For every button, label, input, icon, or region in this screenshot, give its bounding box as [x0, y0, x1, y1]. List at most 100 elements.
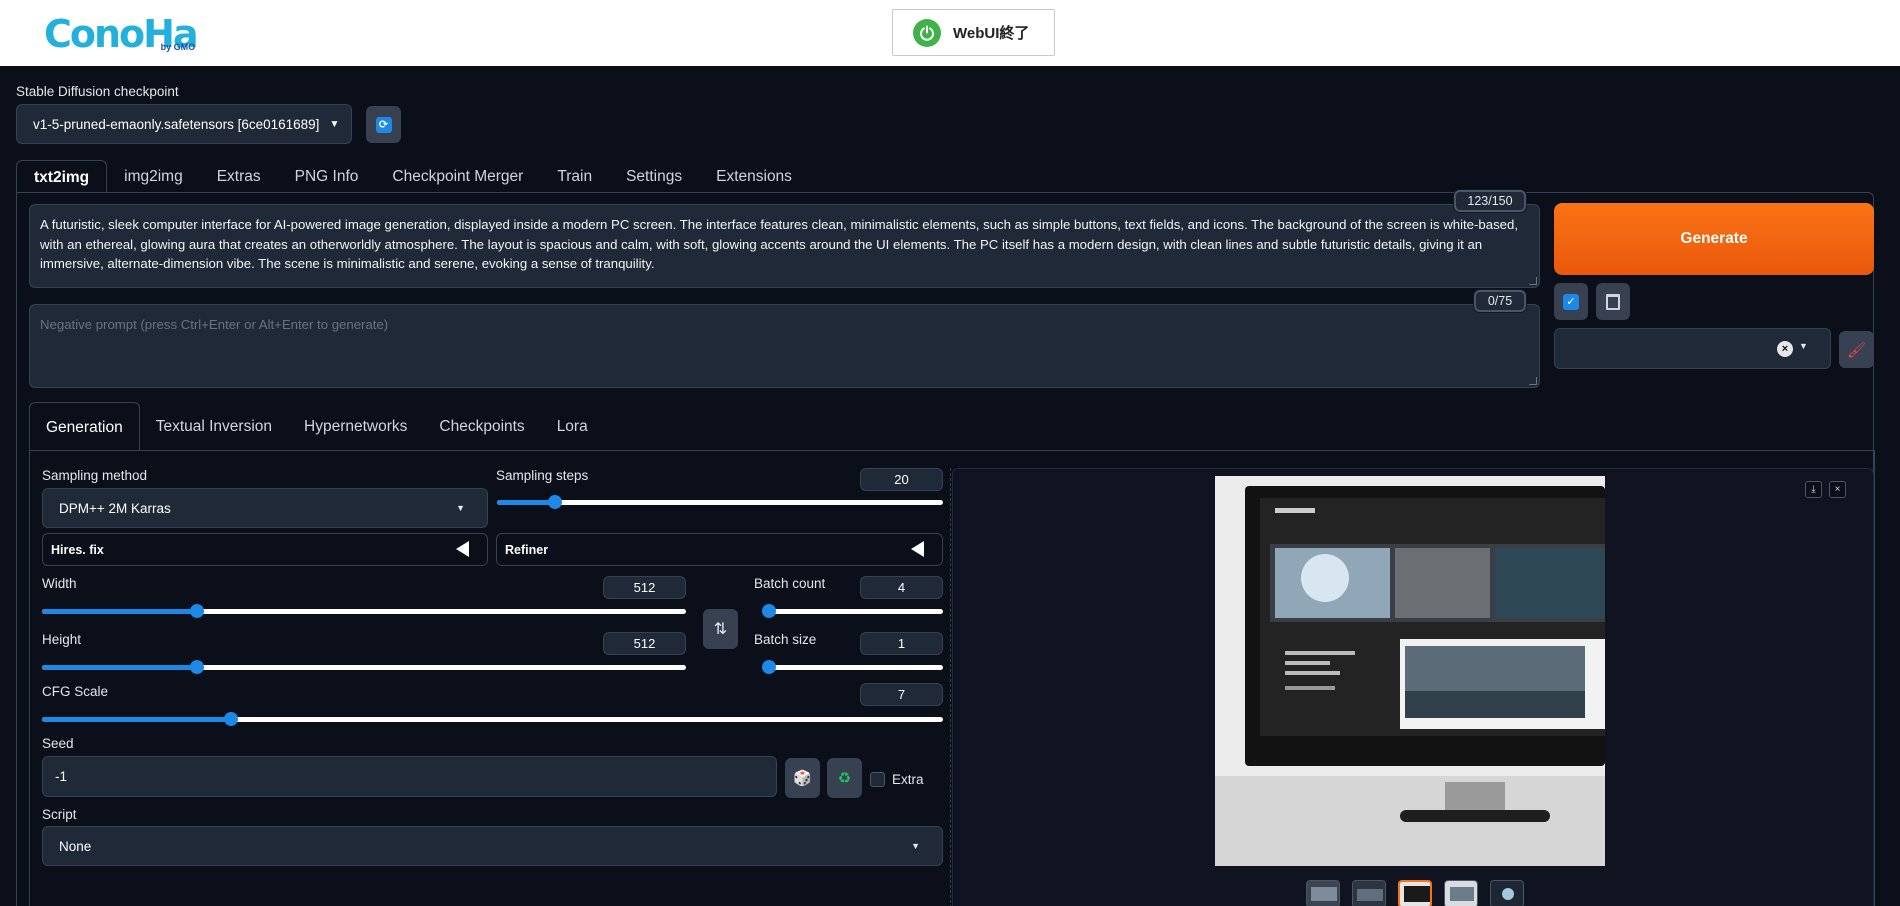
- sampling-method-value: DPM++ 2M Karras: [59, 500, 171, 516]
- paintbrush-icon: 🖌: [1846, 341, 1867, 359]
- recycle-icon: ♻: [837, 770, 852, 787]
- batch-count-slider[interactable]: [762, 604, 943, 618]
- generated-image: [1215, 476, 1605, 866]
- generation-subtabs: Generation Textual Inversion Hypernetwor…: [29, 402, 604, 451]
- thumbnail-strip: [1306, 880, 1524, 906]
- tab-lora[interactable]: Lora: [541, 402, 604, 451]
- collapse-triangle-icon: [456, 541, 469, 557]
- swap-arrows-icon: ⇅: [713, 621, 728, 638]
- thumbnail[interactable]: [1490, 880, 1524, 906]
- top-header: ConoHa by GMO WebUI終了: [0, 0, 1900, 66]
- batch-count-input[interactable]: 4: [860, 576, 943, 599]
- script-value: None: [59, 838, 92, 854]
- thumbnail[interactable]: [1444, 880, 1478, 906]
- sampling-steps-label: Sampling steps: [496, 468, 589, 483]
- apply-style-button[interactable]: 🖌: [1839, 331, 1874, 368]
- cfg-scale-input[interactable]: 7: [860, 683, 943, 706]
- webui-exit-button[interactable]: WebUI終了: [892, 9, 1055, 56]
- tab-checkpoint-merger[interactable]: Checkpoint Merger: [375, 160, 540, 193]
- resize-handle-icon[interactable]: [1529, 277, 1537, 285]
- thumbnail[interactable]: [1352, 880, 1386, 906]
- tab-extensions[interactable]: Extensions: [699, 160, 809, 193]
- tab-checkpoints[interactable]: Checkpoints: [423, 402, 540, 451]
- script-label: Script: [42, 807, 77, 822]
- tab-textual-inversion[interactable]: Textual Inversion: [140, 402, 288, 451]
- chevron-down-icon: ▼: [1799, 341, 1808, 351]
- cfg-scale-slider[interactable]: [42, 712, 943, 726]
- refiner-label: Refiner: [505, 542, 549, 557]
- reuse-seed-button[interactable]: ♻: [827, 758, 862, 798]
- tab-png-info[interactable]: PNG Info: [278, 160, 376, 193]
- tab-extras[interactable]: Extras: [200, 160, 278, 193]
- seed-input[interactable]: -1: [42, 756, 777, 797]
- batch-count-label: Batch count: [754, 576, 826, 591]
- tab-img2img[interactable]: img2img: [107, 160, 200, 193]
- clear-prompt-button[interactable]: [1596, 283, 1630, 320]
- height-slider[interactable]: [42, 660, 686, 674]
- styles-select[interactable]: × ▼: [1554, 328, 1831, 369]
- thumbnail[interactable]: [1306, 880, 1340, 906]
- refresh-checkpoint-button[interactable]: ⟳: [366, 106, 401, 143]
- extra-seed-checkbox[interactable]: [870, 772, 885, 787]
- height-input[interactable]: 512: [603, 632, 686, 655]
- batch-size-input[interactable]: 1: [860, 632, 943, 655]
- slider-thumb[interactable]: [762, 660, 776, 674]
- resize-handle-icon[interactable]: [1529, 377, 1537, 385]
- prompt-token-counter: 123/150: [1454, 190, 1526, 212]
- slider-thumb[interactable]: [547, 495, 562, 509]
- dice-icon: 🎲: [793, 770, 812, 787]
- width-input[interactable]: 512: [603, 576, 686, 599]
- negative-token-counter: 0/75: [1474, 290, 1526, 312]
- random-seed-button[interactable]: 🎲: [785, 758, 820, 798]
- generated-image-preview[interactable]: [1215, 476, 1605, 866]
- prompt-input[interactable]: A futuristic, sleek computer interface f…: [29, 204, 1540, 288]
- height-label: Height: [42, 632, 82, 647]
- tab-settings[interactable]: Settings: [609, 160, 699, 193]
- tab-txt2img[interactable]: txt2img: [16, 160, 108, 193]
- negative-prompt-input[interactable]: Negative prompt (press Ctrl+Enter or Alt…: [29, 304, 1540, 388]
- tab-train[interactable]: Train: [540, 160, 609, 193]
- slider-thumb[interactable]: [189, 604, 204, 618]
- generate-button[interactable]: Generate: [1554, 203, 1874, 275]
- sampling-method-label: Sampling method: [42, 468, 148, 483]
- extra-label: Extra: [892, 772, 924, 787]
- chevron-down-icon: ▼: [456, 503, 465, 513]
- collapse-triangle-icon: [911, 541, 924, 557]
- chevron-down-icon: ▼: [911, 841, 920, 851]
- cfg-scale-label: CFG Scale: [42, 684, 109, 699]
- slider-thumb[interactable]: [189, 660, 204, 674]
- width-label: Width: [42, 576, 77, 591]
- close-icon[interactable]: ×: [1829, 481, 1846, 498]
- thumbnail-selected[interactable]: [1398, 880, 1432, 906]
- read-params-button[interactable]: ✓: [1554, 283, 1588, 320]
- download-icon[interactable]: ⤓: [1805, 481, 1822, 498]
- seed-value: -1: [55, 769, 68, 784]
- trash-icon: [1606, 293, 1620, 310]
- batch-size-slider[interactable]: [762, 660, 943, 674]
- script-select[interactable]: None ▼: [42, 826, 943, 866]
- refresh-icon: ⟳: [375, 116, 392, 133]
- hires-fix-accordion[interactable]: Hires. fix: [42, 533, 488, 566]
- logo-subtext: by GMO: [160, 42, 196, 52]
- checkbox-icon: ✓: [1563, 293, 1579, 310]
- sampling-steps-slider[interactable]: [497, 495, 943, 509]
- tab-hypernetworks[interactable]: Hypernetworks: [288, 402, 423, 451]
- chevron-down-icon: ▼: [329, 118, 340, 130]
- tab-generation[interactable]: Generation: [29, 402, 140, 451]
- conoha-logo: ConoHa by GMO: [44, 12, 199, 54]
- checkpoint-select[interactable]: v1-5-pruned-emaonly.safetensors [6ce0161…: [16, 104, 352, 144]
- hires-fix-label: Hires. fix: [51, 542, 104, 557]
- refiner-accordion[interactable]: Refiner: [496, 533, 943, 566]
- slider-thumb[interactable]: [762, 604, 776, 618]
- checkpoint-label: Stable Diffusion checkpoint: [16, 84, 179, 99]
- sampling-method-select[interactable]: DPM++ 2M Karras ▼: [42, 488, 488, 528]
- clear-icon[interactable]: ×: [1777, 341, 1793, 357]
- swap-dimensions-button[interactable]: ⇅: [703, 609, 738, 649]
- checkpoint-value: v1-5-pruned-emaonly.safetensors [6ce0161…: [33, 116, 320, 132]
- column-divider: [950, 468, 951, 906]
- slider-thumb[interactable]: [224, 712, 239, 726]
- sampling-steps-input[interactable]: 20: [860, 468, 943, 491]
- width-slider[interactable]: [42, 604, 686, 618]
- power-icon: [913, 18, 941, 47]
- batch-size-label: Batch size: [754, 632, 817, 647]
